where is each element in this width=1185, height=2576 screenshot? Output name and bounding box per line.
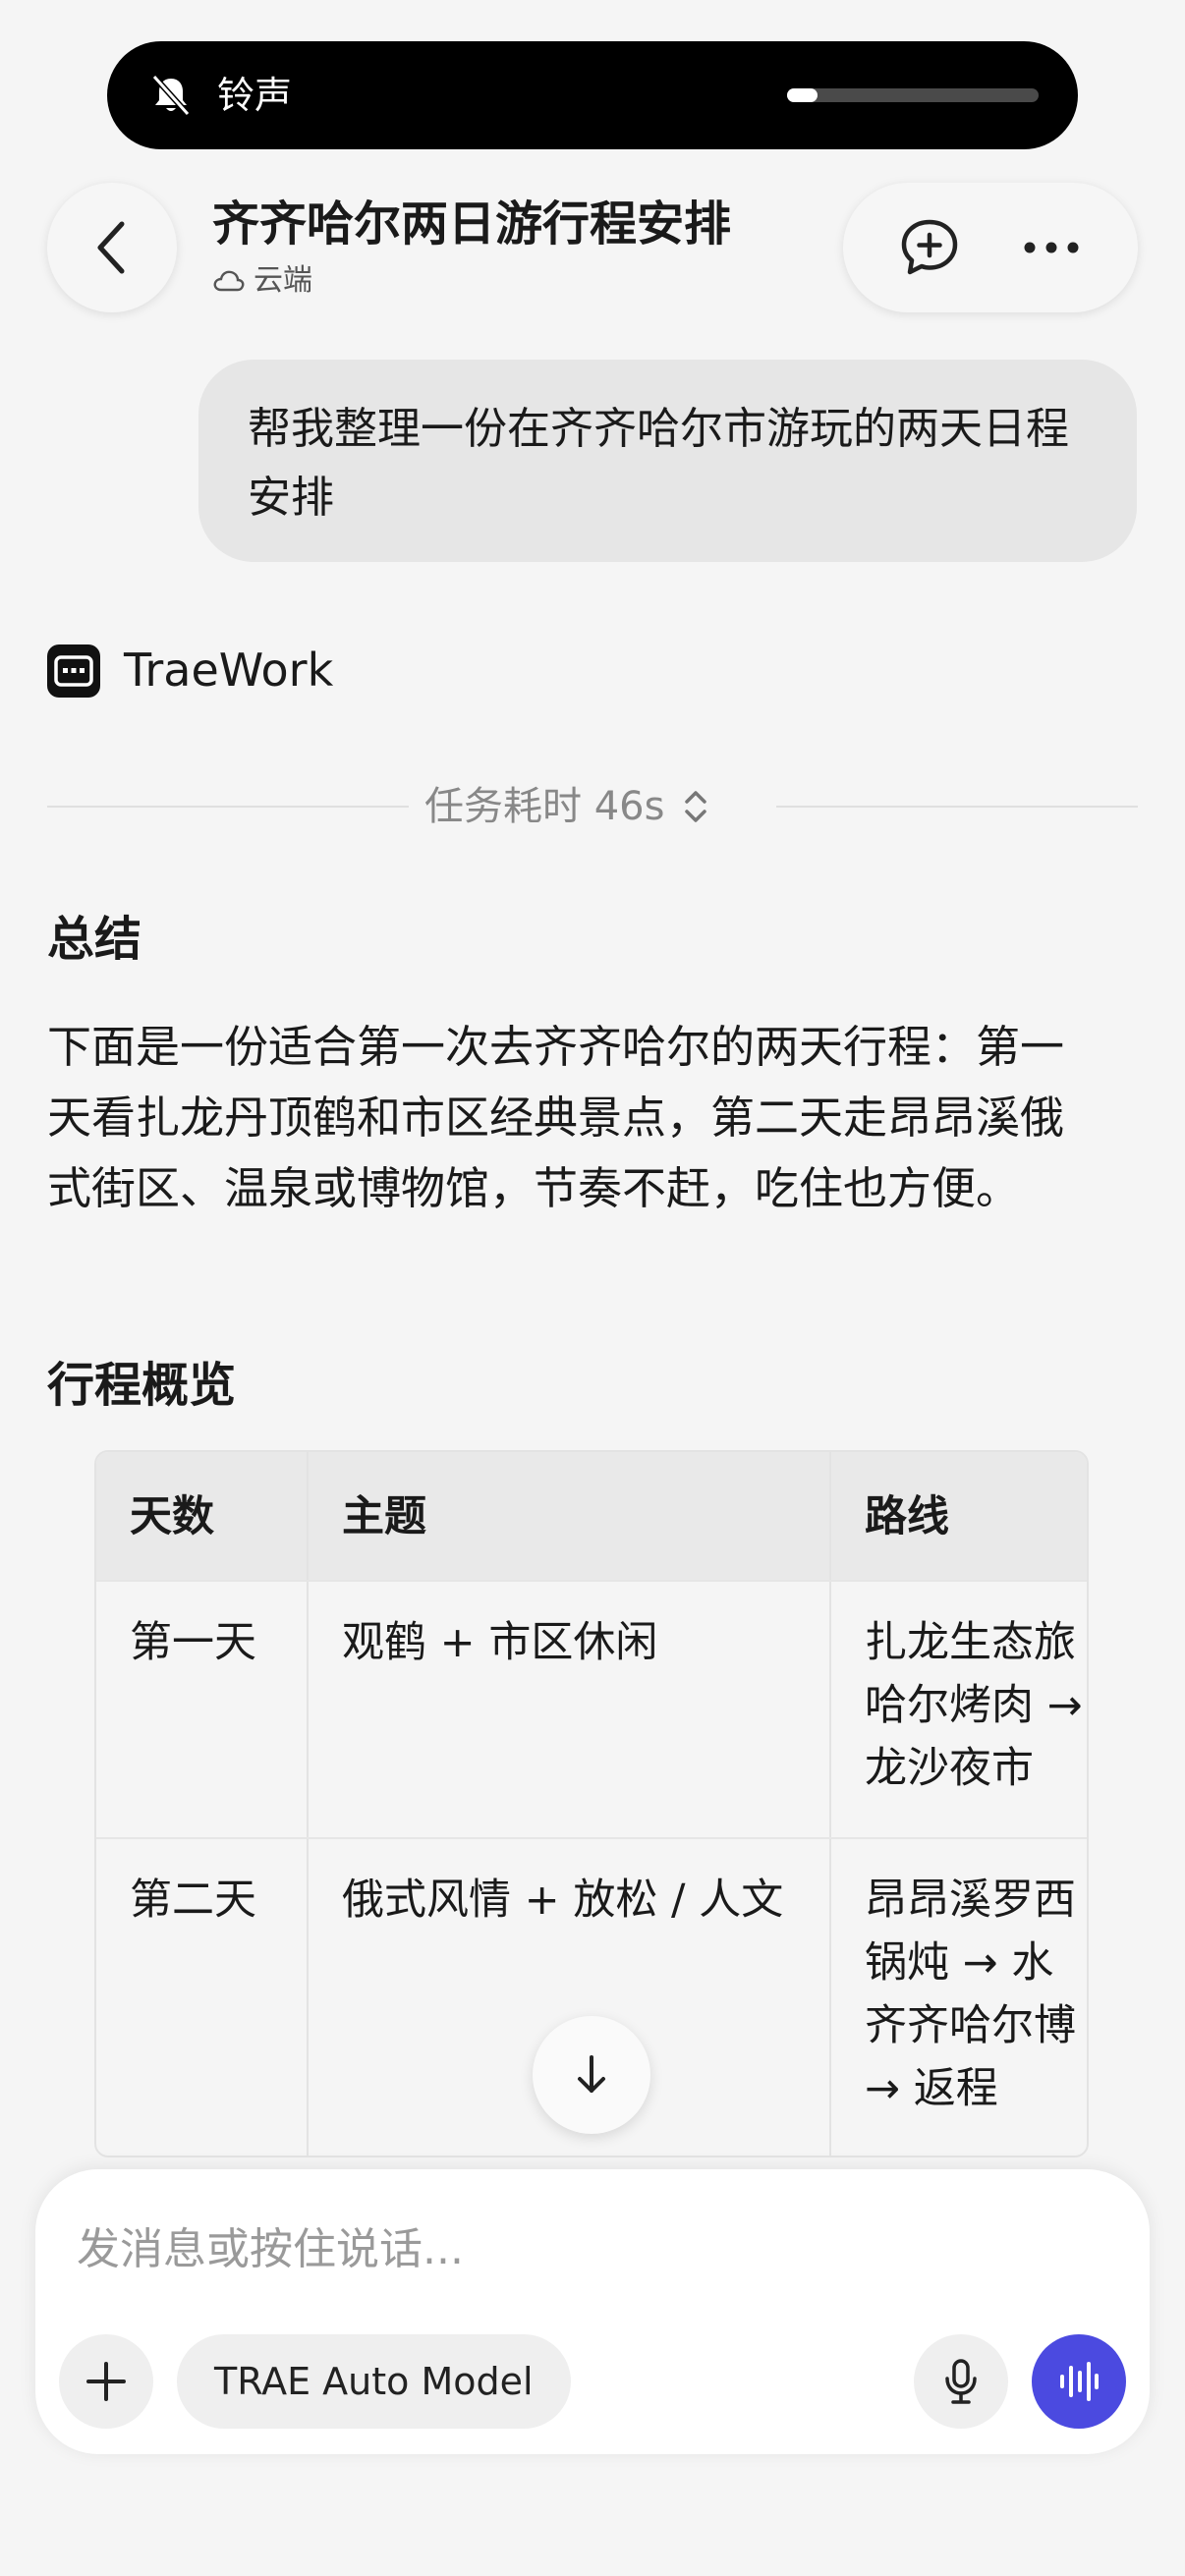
header-route: 路线 <box>865 1492 949 1541</box>
user-message: 帮我整理一份在齐齐哈尔市游玩的两天日程安排 <box>198 360 1137 562</box>
route-cell: 扎龙生态旅 哈尔烤肉 → 龙沙夜市 <box>865 1618 1083 1793</box>
divider <box>47 806 409 808</box>
storage-location: 云端 <box>212 261 312 301</box>
header-day: 天数 <box>96 1452 309 1580</box>
table-row: 第一天 观鹤 + 市区休闲 扎龙生态旅 哈尔烤肉 → 龙沙夜市 <box>96 1582 1087 1839</box>
chat-title: 齐齐哈尔两日游行程安排 <box>212 196 732 252</box>
storage-label: 云端 <box>254 263 312 298</box>
header-theme: 主题 <box>309 1452 831 1580</box>
route-cell: 昂昂溪罗西 锅炖 → 水 齐齐哈尔博 → 返程 <box>865 1876 1076 2113</box>
overview-heading: 行程概览 <box>47 1358 237 1413</box>
message-composer: 发消息或按住说话... TRAE Auto Model <box>35 2169 1150 2454</box>
theme-cell: 观鹤 + 市区休闲 <box>309 1582 831 1837</box>
bell-muted-icon <box>151 74 191 117</box>
model-selector[interactable]: TRAE Auto Model <box>177 2334 571 2429</box>
more-icon <box>1024 242 1079 253</box>
microphone-icon <box>945 2359 977 2404</box>
header-actions <box>843 183 1138 312</box>
divider <box>776 806 1138 808</box>
table-header-row: 天数 主题 路线 <box>96 1452 1087 1582</box>
audio-waveform-icon <box>1060 2362 1099 2401</box>
new-chat-button[interactable] <box>890 208 969 287</box>
ringer-label: 铃声 <box>217 74 293 117</box>
day-cell: 第二天 <box>96 1839 309 2156</box>
day-cell: 第一天 <box>96 1582 309 1837</box>
expand-collapse-icon <box>685 791 707 822</box>
summary-text: 下面是一份适合第一次去齐齐哈尔的两天行程：第一天看扎龙丹顶鹤和市区经典景点，第二… <box>47 1021 1065 1214</box>
ringer-notification: 铃声 <box>107 41 1078 149</box>
more-button[interactable] <box>1012 208 1091 287</box>
scroll-to-bottom-button[interactable] <box>533 2016 650 2134</box>
task-duration: 任务耗时 46s <box>424 784 665 829</box>
voice-mode-button[interactable] <box>1032 2334 1126 2429</box>
new-chat-icon <box>901 219 958 275</box>
message-input[interactable]: 发消息或按住说话... <box>77 2220 464 2279</box>
microphone-button[interactable] <box>914 2334 1008 2429</box>
assistant-name: TraeWork <box>124 644 334 697</box>
summary-heading: 总结 <box>47 912 142 967</box>
cloud-icon <box>213 270 245 292</box>
volume-fill <box>787 88 818 102</box>
chevron-left-icon <box>97 221 125 274</box>
task-duration-toggle[interactable]: 任务耗时 46s <box>424 782 709 831</box>
plus-icon <box>86 2362 126 2401</box>
volume-bar <box>787 88 1039 102</box>
arrow-down-icon <box>578 2055 605 2093</box>
traework-logo-icon <box>47 644 100 698</box>
back-button[interactable] <box>47 183 177 312</box>
attach-button[interactable] <box>59 2334 153 2429</box>
